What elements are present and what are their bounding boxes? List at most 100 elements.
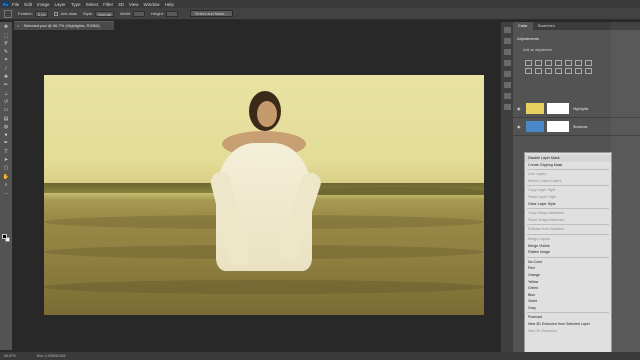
blur-tool-icon[interactable]: ◍	[3, 124, 10, 130]
type-tool-icon[interactable]: T	[3, 149, 10, 155]
channels-panel-icon[interactable]	[503, 104, 511, 110]
menu-view[interactable]: View	[129, 2, 139, 7]
menu-help[interactable]: Help	[165, 2, 174, 7]
gradient-tool-icon[interactable]: ▤	[3, 116, 10, 122]
menu-window[interactable]: Window	[144, 2, 160, 7]
context-menu-item[interactable]: Green	[525, 285, 611, 292]
context-menu-item[interactable]: No Color	[525, 259, 611, 266]
clone-stamp-tool-icon[interactable]: ⊥	[3, 91, 10, 97]
zoom-level[interactable]: 66.67%	[4, 354, 16, 358]
history-brush-tool-icon[interactable]: ↺	[3, 99, 10, 105]
lasso-tool-icon[interactable]: ᑭ	[3, 41, 10, 47]
antialias-checkbox[interactable]	[54, 11, 59, 16]
panel-overlay	[611, 22, 640, 352]
color-balance-icon[interactable]	[585, 60, 592, 66]
eraser-tool-icon[interactable]: ▭	[3, 107, 10, 113]
context-menu-item[interactable]: New 3D Extrusion from Selected Layer	[525, 321, 611, 328]
marquee-tool-icon[interactable]: ⬚	[3, 33, 10, 39]
menu-type[interactable]: Type	[71, 2, 81, 7]
hue-saturation-icon[interactable]	[575, 60, 582, 66]
clone-source-panel-icon[interactable]	[503, 82, 511, 88]
document-title: Selected.psd @ 66.7% (Highlights, RGB/8)	[23, 23, 100, 28]
eyedropper-tool-icon[interactable]: ⁄	[3, 66, 10, 72]
hand-tool-icon[interactable]: ✋	[3, 174, 10, 180]
healing-brush-tool-icon[interactable]: ✚	[3, 74, 10, 80]
black-white-icon[interactable]	[525, 68, 532, 74]
pen-tool-icon[interactable]: ✒	[3, 140, 10, 146]
photo-distant-hill	[304, 187, 484, 195]
zoom-tool-icon[interactable]: ⌕	[3, 182, 10, 188]
paragraph-panel-icon[interactable]	[503, 60, 511, 66]
menu-filter[interactable]: Filter	[103, 2, 113, 7]
invert-icon[interactable]	[565, 68, 572, 74]
marquee-tool-icon[interactable]	[4, 9, 12, 18]
levels-icon[interactable]	[535, 60, 542, 66]
context-menu-item[interactable]: Gray	[525, 305, 611, 312]
color-lookup-icon[interactable]	[555, 68, 562, 74]
close-tab-icon[interactable]: ×	[17, 23, 19, 28]
tab-color[interactable]: Color	[513, 22, 533, 30]
posterize-icon[interactable]	[575, 68, 582, 74]
exposure-icon[interactable]	[555, 60, 562, 66]
brightness-icon[interactable]	[525, 60, 532, 66]
crop-tool-icon[interactable]: ⌗	[3, 57, 10, 63]
menu-file[interactable]: File	[12, 2, 19, 7]
context-menu-item[interactable]: Red	[525, 265, 611, 272]
context-menu-item[interactable]: Postcard	[525, 314, 611, 321]
visibility-eye-icon[interactable]: ◉	[517, 124, 522, 129]
photo-filter-icon[interactable]	[535, 68, 542, 74]
context-menu-item[interactable]: Create Clipping Mask	[525, 162, 611, 169]
threshold-icon[interactable]	[585, 68, 592, 74]
menu-edit[interactable]: Edit	[24, 2, 32, 7]
context-menu-item[interactable]: Blue	[525, 292, 611, 299]
character-panel-icon[interactable]	[503, 49, 511, 55]
document-size[interactable]: Doc: 2.92M/5.01M	[37, 354, 66, 358]
visibility-eye-icon[interactable]: ◉	[517, 106, 522, 111]
style-select[interactable]: Normal	[94, 10, 114, 17]
paths-panel-icon[interactable]	[503, 93, 511, 99]
adjustments-tab[interactable]: Adjustments	[517, 36, 539, 41]
layer-mask-thumbnail[interactable]	[547, 121, 569, 132]
foreground-color-swatch[interactable]	[2, 234, 7, 239]
layer-name[interactable]: Shadows	[573, 125, 587, 129]
vibrance-icon[interactable]	[565, 60, 572, 66]
history-panel-icon[interactable]	[503, 27, 511, 33]
properties-panel-icon[interactable]	[503, 38, 511, 44]
layer-mask-thumbnail[interactable]	[547, 103, 569, 114]
move-tool-icon[interactable]: ✥	[3, 24, 10, 30]
context-menu-item[interactable]: Merge Visible	[525, 243, 611, 250]
quick-select-tool-icon[interactable]: ✎	[3, 49, 10, 55]
width-input[interactable]	[133, 10, 146, 17]
tab-swatches[interactable]: Swatches	[533, 22, 560, 30]
select-and-mask-button[interactable]: Select and Mask...	[189, 10, 233, 17]
context-menu-item: New 3D Extrusion	[528, 328, 557, 333]
dodge-tool-icon[interactable]: ●	[3, 132, 10, 138]
menu-select[interactable]: Select	[86, 2, 99, 7]
context-menu-item: Release from Isolation	[528, 227, 564, 232]
curves-icon[interactable]	[545, 60, 552, 66]
height-input[interactable]	[165, 10, 178, 17]
adjustment-icons	[525, 60, 593, 74]
style-label: Style:	[82, 11, 93, 16]
menu-layer[interactable]: Layer	[55, 2, 66, 7]
context-menu-item[interactable]: Clear Layer Style	[525, 201, 611, 208]
feather-input[interactable]: 0 px	[34, 10, 49, 17]
menu-separator	[527, 169, 609, 171]
brush-panel-icon[interactable]	[503, 71, 511, 77]
context-menu-item[interactable]: Violet	[525, 298, 611, 305]
photo-subject-face	[257, 101, 277, 127]
brush-tool-icon[interactable]: ✏	[3, 82, 10, 88]
context-menu-item[interactable]: Orange	[525, 272, 611, 279]
path-selection-tool-icon[interactable]: ➤	[3, 157, 10, 163]
context-menu-item[interactable]: Disable Layer Mask	[525, 155, 611, 162]
context-menu-item[interactable]: Flatten Image	[525, 249, 611, 256]
layer-name[interactable]: Highlights	[573, 107, 588, 111]
channel-mixer-icon[interactable]	[545, 68, 552, 74]
menu-image[interactable]: Image	[37, 2, 50, 7]
more-tools-icon[interactable]: …	[3, 190, 10, 196]
document-tab[interactable]: × Selected.psd @ 66.7% (Highlights, RGB/…	[14, 21, 114, 30]
canvas-area[interactable]	[14, 30, 500, 352]
menu-3d[interactable]: 3D	[118, 2, 124, 7]
context-menu-item[interactable]: Yellow	[525, 279, 611, 286]
rectangle-tool-icon[interactable]: ▢	[3, 165, 10, 171]
